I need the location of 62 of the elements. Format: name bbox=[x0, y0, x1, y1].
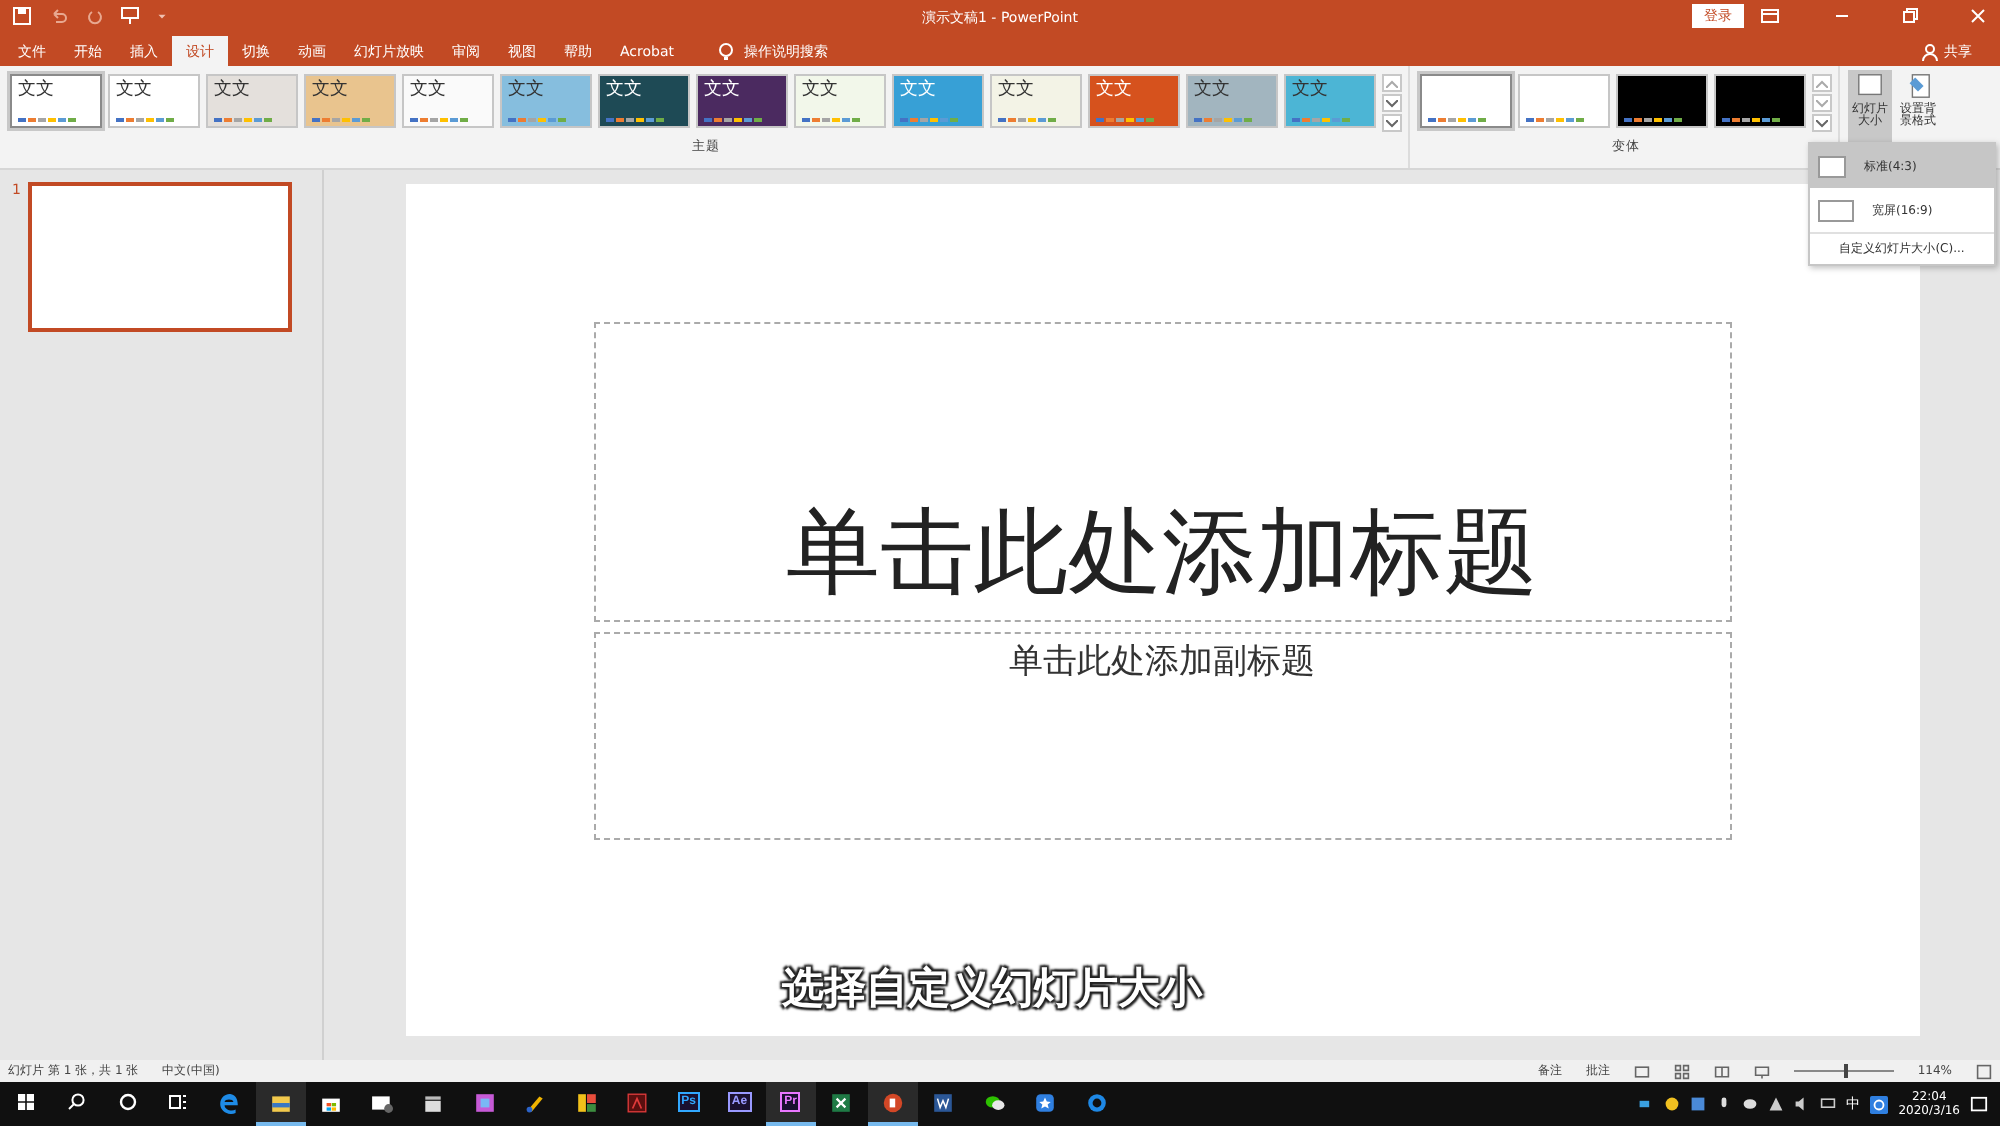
more-button[interactable] bbox=[1382, 114, 1402, 132]
slide-thumbnail[interactable] bbox=[28, 182, 293, 332]
close-icon[interactable] bbox=[1968, 6, 1988, 26]
theme-thumbnail[interactable]: 文文 bbox=[304, 74, 396, 128]
presentation-icon bbox=[881, 1091, 904, 1113]
pen-icon bbox=[524, 1091, 547, 1113]
save-icon[interactable] bbox=[12, 6, 32, 26]
document-icon bbox=[932, 1091, 955, 1113]
theme-thumbnail[interactable]: 文文 bbox=[500, 74, 592, 128]
theme-thumbnail[interactable]: 文文 bbox=[1284, 74, 1376, 128]
theme-thumbnail[interactable]: 文文 bbox=[794, 74, 886, 128]
grid-view-icon[interactable] bbox=[1673, 1063, 1690, 1079]
variant-thumbnail[interactable] bbox=[1714, 74, 1806, 128]
theme-thumbnail[interactable]: 文文 bbox=[598, 74, 690, 128]
gradient-square-icon bbox=[473, 1091, 496, 1113]
theme-thumbnail[interactable]: 文文 bbox=[1186, 74, 1278, 128]
theme-thumbnail[interactable]: 文文 bbox=[206, 74, 298, 128]
folder-icon bbox=[269, 1091, 292, 1113]
task-view-icon bbox=[168, 1092, 189, 1112]
slide-icon bbox=[1854, 72, 1886, 100]
taskbar-app[interactable] bbox=[867, 1082, 918, 1126]
scroll-down-button[interactable] bbox=[1382, 94, 1402, 112]
slide-preview-icon bbox=[1818, 199, 1854, 221]
normal-view-icon[interactable] bbox=[1633, 1063, 1650, 1079]
pdf-icon bbox=[626, 1091, 649, 1113]
subtitle-placeholder-text: 单击此处添加副标题 bbox=[1009, 640, 1315, 686]
reading-view-icon[interactable] bbox=[1713, 1063, 1730, 1079]
slideshow-icon[interactable] bbox=[1753, 1063, 1770, 1079]
slide-preview-icon bbox=[1818, 155, 1846, 177]
star-icon bbox=[1034, 1091, 1057, 1113]
notification-icon bbox=[1970, 1095, 1988, 1113]
theme-thumbnail[interactable]: 文文 bbox=[990, 74, 1082, 128]
taskbar-app[interactable] bbox=[255, 1082, 306, 1126]
search-icon bbox=[66, 1092, 87, 1112]
restore-icon[interactable] bbox=[1900, 6, 1920, 26]
variant-thumbnail[interactable] bbox=[1420, 74, 1512, 128]
spreadsheet-icon bbox=[830, 1091, 853, 1113]
theme-thumbnail[interactable]: 文文 bbox=[10, 74, 102, 128]
caption: 选择自定义幻灯片大小 bbox=[782, 961, 1202, 1016]
title-placeholder-text: 单击此处添加标题 bbox=[786, 496, 1538, 612]
fit-to-window-icon[interactable] bbox=[1976, 1063, 1992, 1079]
monitor-icon bbox=[1820, 1096, 1837, 1112]
theme-thumbnail[interactable]: 文文 bbox=[402, 74, 494, 128]
variant-thumbnail[interactable] bbox=[1616, 74, 1708, 128]
zoom-slider-thumb[interactable] bbox=[1843, 1064, 1848, 1078]
person-icon bbox=[1920, 41, 1940, 61]
variant-thumbnail[interactable] bbox=[1518, 74, 1610, 128]
title-placeholder[interactable]: 单击此处添加标题 bbox=[593, 322, 1731, 622]
presentation-board-icon[interactable] bbox=[120, 6, 140, 26]
ribbon-display-icon[interactable] bbox=[1760, 6, 1780, 26]
theme-thumbnail[interactable]: 文文 bbox=[1088, 74, 1180, 128]
windows-icon bbox=[15, 1092, 36, 1112]
theme-thumbnail[interactable]: 文文 bbox=[108, 74, 200, 128]
lightbulb-icon bbox=[716, 41, 736, 61]
subtitle-placeholder[interactable]: 单击此处添加副标题 bbox=[593, 632, 1731, 840]
theme-thumbnail[interactable]: 文文 bbox=[696, 74, 788, 128]
chat-bubbles-icon bbox=[983, 1091, 1006, 1113]
colored-tiles-icon bbox=[575, 1091, 598, 1113]
more-button[interactable] bbox=[1812, 114, 1832, 132]
e-logo-icon bbox=[218, 1091, 241, 1113]
circle-icon bbox=[117, 1092, 138, 1112]
clapperboard-icon bbox=[422, 1091, 445, 1113]
